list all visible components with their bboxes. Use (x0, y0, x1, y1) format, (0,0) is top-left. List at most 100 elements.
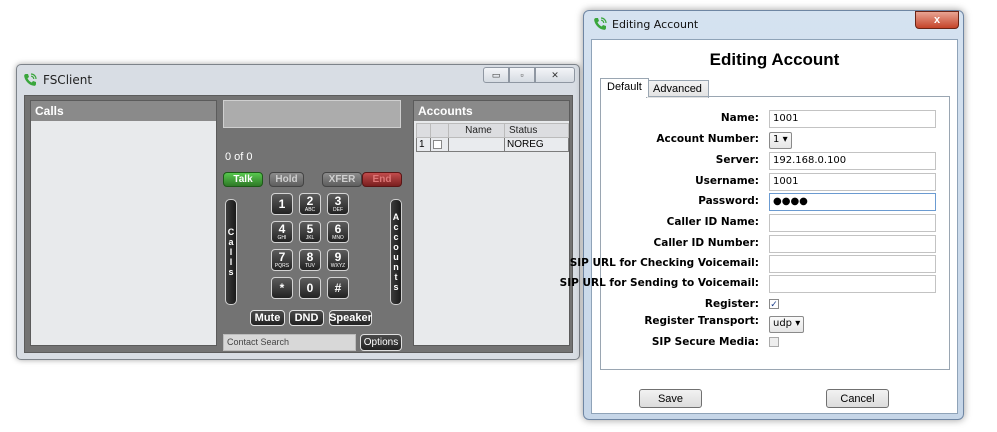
calls-side-tab[interactable]: Calls (225, 199, 237, 305)
keypad-key[interactable]: 5 JKL (299, 221, 321, 243)
calls-tab-letter: l (229, 247, 233, 257)
username-label: Username: (695, 175, 759, 187)
keypad-key[interactable]: 2 ABC (299, 193, 321, 215)
keypad-digit: 0 (306, 280, 314, 295)
sip-url-sending-field[interactable] (769, 275, 936, 293)
keypad-key[interactable]: 7 PQRS (271, 249, 293, 271)
caller-id-number-field[interactable] (769, 235, 936, 253)
xfer-button[interactable]: XFER (322, 172, 362, 187)
sip-url-sending-label: SIP URL for Sending to Voicemail: (559, 277, 759, 289)
keypad-key[interactable]: # (327, 277, 349, 299)
accounts-tab-letter: A (392, 212, 400, 222)
username-field[interactable]: 1001 (769, 173, 936, 191)
fsclient-titlebar[interactable]: FSClient ▭ ▫ ✕ (17, 65, 579, 93)
keypad-letters: GHI (277, 234, 287, 241)
keypad-digit: 7 (278, 249, 286, 264)
keypad-key[interactable]: * (271, 277, 293, 299)
save-button[interactable]: Save (639, 389, 702, 408)
window-controls: ▭ ▫ ✕ (483, 67, 575, 83)
accounts-table: Name Status 1 NOREG (416, 123, 569, 152)
minimize-button[interactable]: ▭ (483, 67, 509, 83)
table-row[interactable]: 1 NOREG (416, 137, 569, 152)
speaker-button[interactable]: Speaker (329, 310, 372, 326)
caller-id-name-field[interactable] (769, 214, 936, 232)
end-call-button[interactable]: End (362, 172, 402, 187)
server-row: Server: 192.168.0.100 (601, 152, 941, 170)
dialog-window-title: Editing Account (612, 18, 699, 31)
close-button[interactable]: ✕ (535, 67, 575, 83)
accounts-panel-title: Accounts (414, 101, 569, 121)
keypad-digit: * (279, 280, 285, 295)
keypad-digit: 9 (334, 249, 342, 264)
calls-tab-letter: a (228, 237, 234, 247)
column-header-status[interactable]: Status (504, 123, 569, 138)
sip-url-checking-field[interactable] (769, 255, 936, 273)
hold-button[interactable]: Hold (269, 172, 304, 187)
keypad-letters: PQRS (274, 262, 290, 269)
caller-id-number-row: Caller ID Number: (601, 235, 941, 253)
sip-secure-media-label: SIP Secure Media: (651, 336, 759, 348)
account-enabled-checkbox[interactable] (430, 137, 449, 152)
keypad-key[interactable]: 9 WXYZ (327, 249, 349, 271)
dropdown-arrow-icon: ▾ (782, 134, 788, 145)
talk-button[interactable]: Talk (223, 172, 263, 187)
phone-app-icon (24, 73, 37, 86)
password-field[interactable]: ●●●● (769, 193, 936, 211)
password-row: Password: ●●●● (601, 193, 941, 211)
keypad-letters: WXYZ (330, 262, 346, 269)
keypad-digit: 2 (306, 193, 314, 208)
calls-tab-letter: C (227, 227, 235, 237)
dnd-button[interactable]: DND (289, 310, 324, 326)
server-field[interactable]: 192.168.0.100 (769, 152, 936, 170)
account-number-select[interactable]: 1 ▾ (769, 132, 792, 149)
accounts-tab-letter: s (393, 282, 399, 292)
accounts-table-header: Name Status (416, 123, 569, 138)
call-display (223, 100, 401, 128)
accounts-tab-letter: n (393, 262, 399, 272)
keypad-letters: ABC (304, 206, 316, 213)
keypad-digit: 6 (334, 221, 342, 236)
keypad-digit: 1 (278, 196, 286, 211)
register-label: Register: (704, 298, 759, 310)
sip-secure-media-row: SIP Secure Media: (601, 334, 941, 352)
caller-id-name-label: Caller ID Name: (666, 216, 759, 228)
dialog-close-button[interactable]: x (915, 11, 959, 29)
options-button[interactable]: Options (360, 334, 402, 351)
keypad-letters: TUV (305, 262, 315, 269)
calls-panel[interactable]: Calls (30, 100, 217, 346)
caller-id-name-row: Caller ID Name: (601, 214, 941, 232)
name-row: Name: 1001 (601, 110, 941, 128)
account-number-value: 1 (773, 134, 780, 145)
keypad-letters: MNO (332, 234, 344, 241)
maximize-button[interactable]: ▫ (509, 67, 535, 83)
tab-default[interactable]: Default (600, 78, 649, 97)
keypad-key[interactable]: 8 TUV (299, 249, 321, 271)
account-number-label: Account Number: (656, 133, 759, 145)
register-checkbox[interactable]: ✓ (769, 299, 779, 309)
column-header-index (416, 123, 431, 138)
sip-secure-media-checkbox[interactable] (769, 337, 779, 347)
name-field[interactable]: 1001 (769, 110, 936, 128)
accounts-side-tab[interactable]: Accounts (390, 199, 402, 305)
column-header-name[interactable]: Name (448, 123, 505, 138)
keypad-key[interactable]: 1 (271, 193, 293, 215)
caller-id-number-label: Caller ID Number: (653, 237, 759, 249)
account-index: 1 (416, 137, 431, 152)
keypad-digit: 8 (306, 249, 314, 264)
editing-account-dialog: Editing Account x Editing Account Defaul… (560, 10, 964, 420)
cancel-button[interactable]: Cancel (826, 389, 889, 408)
checkbox-icon (433, 139, 442, 149)
register-transport-select[interactable]: udp ▾ (769, 316, 805, 333)
keypad-key[interactable]: 0 (299, 277, 321, 299)
dropdown-arrow-icon: ▾ (795, 318, 801, 329)
keypad-key[interactable]: 3 DEF (327, 193, 349, 215)
accounts-tab-letter: c (393, 222, 399, 232)
keypad-digit: 3 (334, 193, 342, 208)
tab-panel-default: Name: 1001 Account Number: 1 ▾ Server: 1… (560, 96, 950, 370)
account-status: NOREG (504, 137, 569, 152)
contact-search-input[interactable]: Contact Search (223, 334, 356, 351)
username-row: Username: 1001 (601, 173, 941, 191)
keypad-key[interactable]: 6 MNO (327, 221, 349, 243)
keypad-key[interactable]: 4 GHI (271, 221, 293, 243)
mute-button[interactable]: Mute (250, 310, 285, 326)
